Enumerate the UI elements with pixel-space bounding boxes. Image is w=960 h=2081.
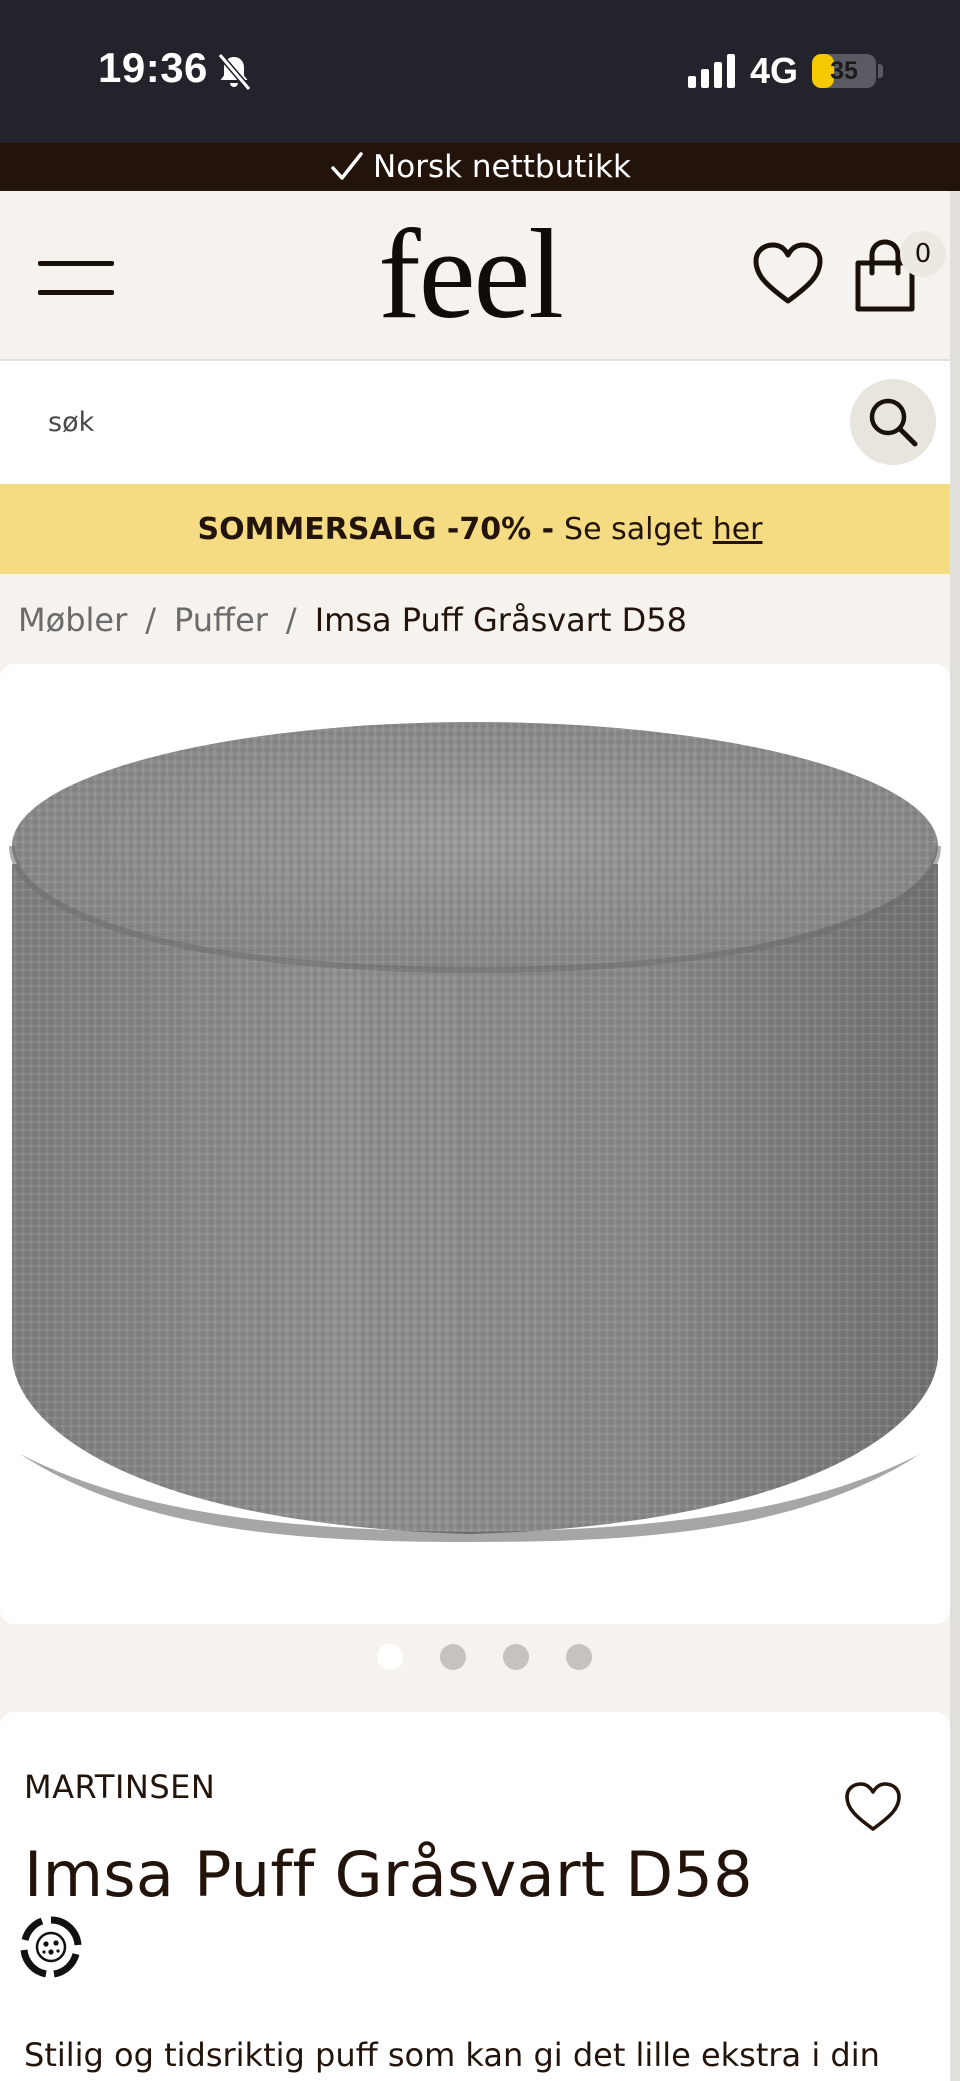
- breadcrumb-separator: /: [145, 601, 157, 639]
- promo-banner: SOMMERSALG -70% - Se salget her: [0, 484, 960, 574]
- product-image-card[interactable]: [0, 664, 950, 1624]
- cart-count-badge[interactable]: 0: [900, 231, 946, 277]
- trust-banner: Norsk nettbutikk: [0, 143, 960, 191]
- network-label: 4G: [750, 50, 799, 91]
- promo-bold-text: SOMMERSALG -70% -: [197, 511, 555, 547]
- site-header: feel 0: [0, 191, 950, 361]
- breadcrumb-item-mobler[interactable]: Møbler: [18, 601, 127, 639]
- breadcrumb-item-puffer[interactable]: Puffer: [174, 601, 268, 639]
- menu-icon[interactable]: [38, 257, 114, 299]
- carousel-dot[interactable]: [502, 1644, 529, 1670]
- carousel-dot[interactable]: [376, 1644, 403, 1670]
- wishlist-heart-icon[interactable]: [844, 1780, 902, 1834]
- scrollbar[interactable]: [950, 191, 960, 2081]
- carousel-dot[interactable]: [565, 1644, 592, 1670]
- search-button[interactable]: [850, 379, 936, 465]
- breadcrumb-separator: /: [285, 601, 297, 639]
- sustainability-icon[interactable]: [16, 1912, 86, 1982]
- heart-icon[interactable]: [752, 241, 824, 307]
- search-input[interactable]: [30, 389, 820, 455]
- checkmark-icon: [331, 152, 363, 180]
- product-title: Imsa Puff Gråsvart D58: [24, 1838, 753, 1911]
- bell-off-icon: [217, 53, 252, 91]
- promo-text: Se salget: [564, 511, 703, 547]
- battery-level: 35: [830, 56, 858, 85]
- breadcrumb: Møbler / Puffer / Imsa Puff Gråsvart D58: [18, 598, 687, 642]
- product-description: Stilig og tidsriktig puff som kan gi det…: [24, 2036, 880, 2074]
- battery-icon: 35: [812, 54, 876, 88]
- search-icon: [869, 398, 918, 447]
- search-bar: [0, 361, 950, 484]
- trust-banner-text: Norsk nettbutikk: [373, 149, 631, 185]
- product-image[interactable]: [0, 664, 950, 1624]
- signal-icon: [688, 54, 735, 88]
- battery-cap: [878, 64, 883, 78]
- product-brand[interactable]: MARTINSEN: [24, 1768, 215, 1806]
- product-info: MARTINSEN Imsa Puff Gråsvart D58 Stilig …: [0, 1712, 950, 2081]
- logo[interactable]: feel: [340, 209, 600, 339]
- status-bar: 19:36 4G 35: [0, 0, 960, 143]
- promo-link[interactable]: her: [713, 512, 763, 547]
- status-time: 19:36: [98, 44, 208, 91]
- breadcrumb-current: Imsa Puff Gråsvart D58: [314, 601, 688, 639]
- carousel-dots: [0, 1644, 960, 1672]
- carousel-dot[interactable]: [439, 1644, 466, 1670]
